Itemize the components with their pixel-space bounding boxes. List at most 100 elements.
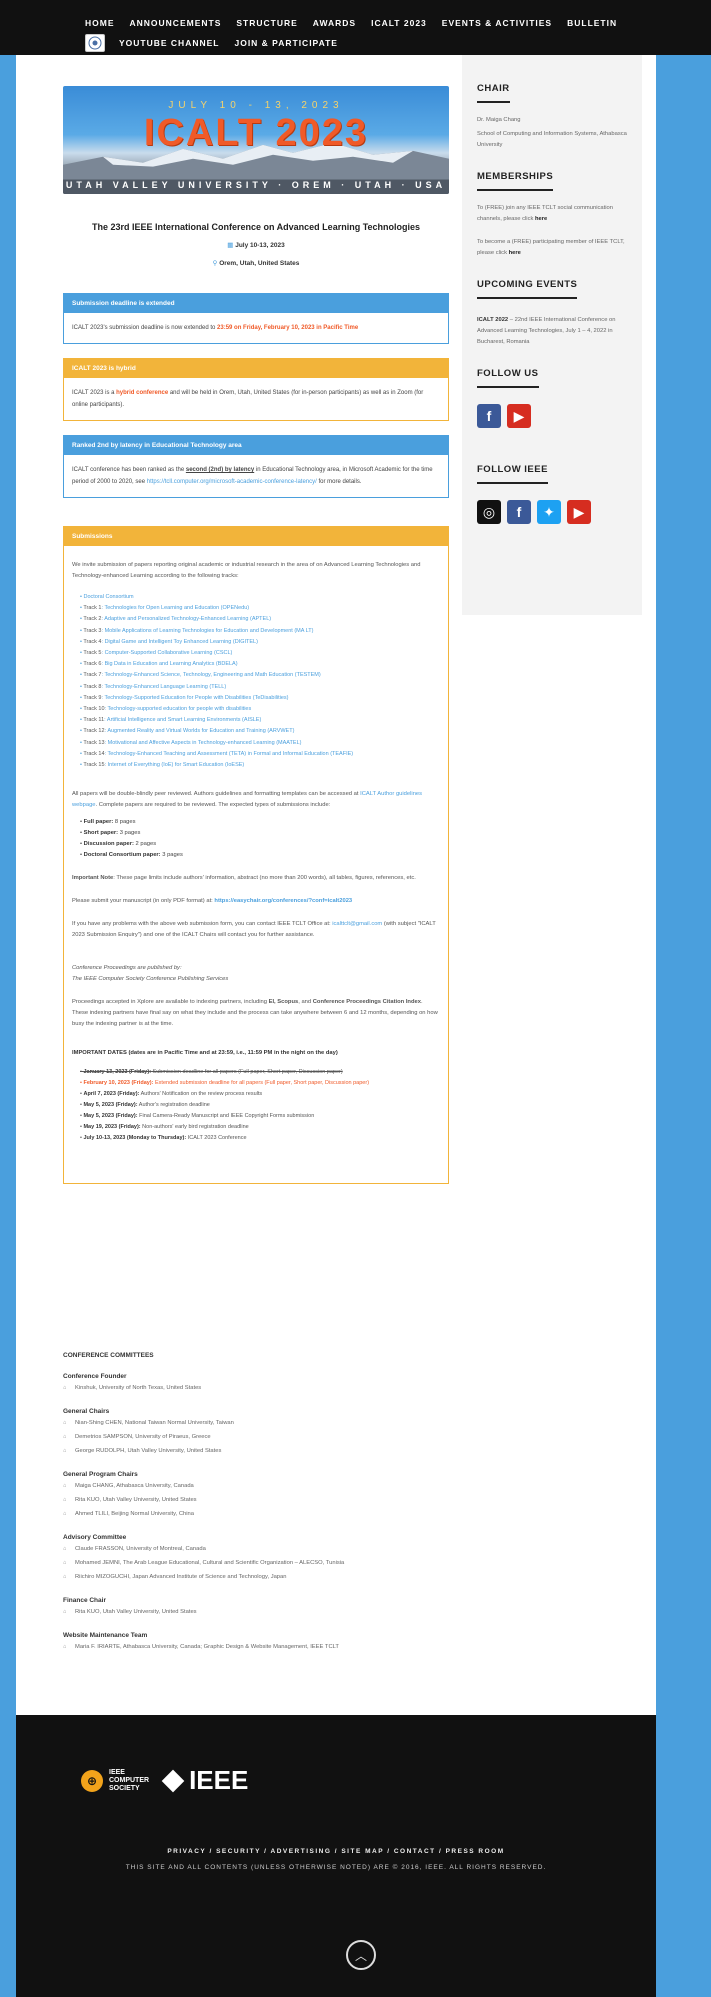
track-item[interactable]: • Doctoral Consortium: [72, 592, 440, 603]
track-title[interactable]: Technology-Enhanced Science, Technology,…: [104, 672, 320, 678]
track-number: Track 4: [83, 638, 102, 645]
tclt-logo-icon[interactable]: [85, 34, 105, 52]
track-item[interactable]: • Track 7: Technology-Enhanced Science, …: [72, 670, 440, 681]
paper-type-value: 3 pages: [160, 852, 183, 859]
instagram-icon[interactable]: ◎: [477, 500, 501, 524]
track-item[interactable]: • Track 6: Big Data in Education and Lea…: [72, 659, 440, 670]
track-title[interactable]: Big Data in Education and Learning Analy…: [105, 661, 238, 667]
tracks-list: • Doctoral Consortium • Track 1: Technolo…: [72, 592, 440, 771]
date-desc: Extended submission deadline for all pap…: [153, 1080, 370, 1087]
nav-awards[interactable]: AWARDS: [313, 18, 356, 28]
events-text: ICALT 2022 – 22nd IEEE International Con…: [477, 315, 627, 348]
track-item[interactable]: • Track 15: Internet of Everything (IoE)…: [72, 760, 440, 771]
committee-member: Nian-Shing CHEN, National Taiwan Normal …: [63, 1418, 449, 1429]
problem-text: If you have any problems with the above …: [72, 921, 333, 928]
track-item[interactable]: • Track 5: Computer-Supported Collaborat…: [72, 648, 440, 659]
track-item[interactable]: • Track 3: Mobile Applications of Learni…: [72, 626, 440, 637]
membership-text2: To become a (FREE) participating member …: [477, 237, 627, 259]
track-title[interactable]: Internet of Everything (IoE) for Smart E…: [108, 762, 245, 768]
track-title[interactable]: Augmented Reality and Virtual Worlds for…: [107, 728, 294, 734]
copyright: THIS SITE AND ALL CONTENTS (UNLESS OTHER…: [125, 1864, 547, 1871]
track-title[interactable]: Technologies for Open Learning and Educa…: [104, 605, 249, 611]
conference-title: The 23rd IEEE International Conference o…: [91, 222, 421, 232]
track-item[interactable]: • Track 11: Artificial Intelligence and …: [72, 715, 440, 726]
track-item[interactable]: • Track 4: Digital Game and Intelligent …: [72, 637, 440, 648]
track-item[interactable]: • Track 14: Technology-Enhanced Teaching…: [72, 749, 440, 760]
date-desc: Submission deadline for all papers (Full…: [151, 1069, 343, 1076]
track-item[interactable]: • Track 2: Adaptive and Personalized Tec…: [72, 614, 440, 625]
track-title[interactable]: Adaptive and Personalized Technology-Enh…: [104, 616, 271, 622]
nav-events[interactable]: EVENTS & ACTIVITIES: [442, 18, 552, 28]
nav-icalt2023[interactable]: ICALT 2023: [371, 18, 427, 28]
committee-group-title: Conference Founder: [63, 1373, 127, 1380]
cs-line1: IEEE: [109, 1768, 125, 1776]
track-item[interactable]: • Track 9: Technology-Supported Educatio…: [72, 693, 440, 704]
date-label: May 5, 2023 (Friday):: [83, 1113, 138, 1120]
track-item[interactable]: • Track 10: Technology-supported educati…: [72, 704, 440, 715]
nav-youtube[interactable]: YOUTUBE CHANNEL: [119, 38, 219, 48]
indexing-paragraph: Proceedings accepted in Xplore are avail…: [72, 997, 440, 1030]
track-title[interactable]: Technology-supported education for peopl…: [108, 706, 252, 712]
facebook-icon[interactable]: f: [507, 500, 531, 524]
track-item[interactable]: • Track 13: Motivational and Affective A…: [72, 738, 440, 749]
site-map-link[interactable]: SITE MAP: [341, 1848, 384, 1855]
track-title[interactable]: Doctoral Consortium: [83, 594, 133, 600]
track-number: Track 6: [83, 661, 102, 668]
membership-link1[interactable]: here: [535, 216, 547, 222]
easychair-link[interactable]: https://easychair.org/conferences/?conf=…: [214, 898, 352, 904]
committee-member: Riichiro MIZOGUCHI, Japan Advanced Insti…: [63, 1572, 449, 1583]
computer-society-icon[interactable]: ⊕: [81, 1769, 103, 1792]
email-link[interactable]: icalttclt@gmail.com: [332, 921, 382, 927]
facebook-icon[interactable]: f: [477, 404, 501, 428]
committee-member: Claude FRASSON, University of Montreal, …: [63, 1544, 449, 1555]
nav-join[interactable]: JOIN & PARTICIPATE: [234, 38, 337, 48]
track-number: Track 2: [83, 616, 102, 623]
icalt-banner: JULY 10 - 13, 2023 ICALT 2023 UTAH VALLE…: [63, 86, 449, 194]
track-item[interactable]: • Track 1: Technologies for Open Learnin…: [72, 603, 440, 614]
advertising-link[interactable]: ADVERTISING: [271, 1848, 332, 1855]
date-item: • May 5, 2023 (Friday): Author's registr…: [80, 1102, 210, 1109]
ranked-box-header: Ranked 2nd by latency in Educational Tec…: [64, 436, 448, 455]
nav-bulletin[interactable]: BULLETIN: [567, 18, 617, 28]
contact-link[interactable]: CONTACT: [394, 1848, 436, 1855]
committee-group-title: Advisory Committee: [63, 1534, 127, 1541]
track-title[interactable]: Digital Game and Intelligent Toy Enhance…: [105, 639, 258, 645]
press-room-link[interactable]: PRESS ROOM: [446, 1848, 505, 1855]
privacy-link[interactable]: PRIVACY: [167, 1848, 206, 1855]
conference-date: ▦ July 10-13, 2023: [63, 241, 449, 249]
committee-member: Demetrios SAMPSON, University of Piraeus…: [63, 1432, 449, 1443]
track-title[interactable]: Technology-Supported Education for Peopl…: [104, 695, 288, 701]
hybrid-box-body: ICALT 2023 is a hybrid conference and wi…: [64, 378, 448, 420]
track-title[interactable]: Computer-Supported Collaborative Learnin…: [105, 650, 233, 656]
nav-announcements[interactable]: ANNOUNCEMENTS: [130, 18, 222, 28]
track-title[interactable]: Mobile Applications of Learning Technolo…: [105, 628, 314, 634]
submissions-intro: We invite submission of papers reporting…: [72, 562, 421, 579]
date-label: May 5, 2023 (Friday):: [83, 1102, 138, 1109]
track-title[interactable]: Motivational and Affective Aspects in Te…: [108, 740, 302, 746]
security-link[interactable]: SECURITY: [216, 1848, 261, 1855]
ranked-link[interactable]: https://tcll.computer.org/microsoft-acad…: [147, 479, 317, 485]
events-bold[interactable]: ICALT 2022: [477, 317, 508, 323]
twitter-icon[interactable]: ✦: [537, 500, 561, 524]
date-item: • July 10-13, 2023 (Monday to Thursday):…: [80, 1135, 247, 1142]
hybrid-highlight: hybrid conference: [116, 390, 169, 396]
committee-member: Rita KUO, Utah Valley University, United…: [63, 1495, 449, 1506]
track-title[interactable]: Technology-Enhanced Teaching and Assessm…: [108, 751, 354, 757]
nav-home[interactable]: HOME: [85, 18, 115, 28]
youtube-icon[interactable]: ▶: [567, 500, 591, 524]
scroll-up-button[interactable]: ︿: [346, 1940, 376, 1970]
ieee-logo[interactable]: IEEE: [189, 1765, 248, 1796]
membership-link2[interactable]: here: [509, 250, 521, 256]
youtube-icon[interactable]: ▶: [507, 404, 531, 428]
computer-society-logo[interactable]: IEEE COMPUTER SOCIETY: [109, 1769, 149, 1793]
sidebar: CHAIR Dr. Maiga Chang School of Computin…: [462, 55, 642, 615]
top-navigation: HOME ANNOUNCEMENTS STRUCTURE AWARDS ICAL…: [0, 0, 711, 55]
hybrid-box-header: ICALT 2023 is hybrid: [64, 359, 448, 378]
ranked-text-a: ICALT conference has been ranked as the: [72, 467, 186, 473]
hybrid-text-a: ICALT 2023 is a: [72, 390, 117, 396]
track-item[interactable]: • Track 12: Augmented Reality and Virtua…: [72, 726, 440, 737]
track-item[interactable]: • Track 8: Technology-Enhanced Language …: [72, 682, 440, 693]
track-title[interactable]: Technology-Enhanced Language Learning (T…: [104, 684, 226, 690]
track-title[interactable]: Artificial Intelligence and Smart Learni…: [107, 717, 261, 723]
nav-structure[interactable]: STRUCTURE: [236, 18, 297, 28]
